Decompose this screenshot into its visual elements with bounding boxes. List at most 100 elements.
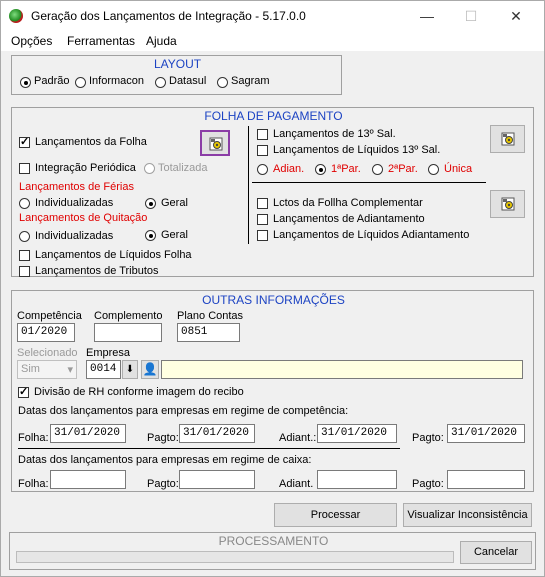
layout-title: LAYOUT xyxy=(153,57,202,71)
decimo-config-button[interactable] xyxy=(490,125,525,153)
label-comp-adiant: Adiant.: xyxy=(279,432,317,444)
radio-sagram[interactable] xyxy=(217,77,228,88)
folha-title: FOLHA DE PAGAMENTO xyxy=(204,109,343,123)
radio-ferias-individualizadas[interactable] xyxy=(19,198,30,209)
person-search-icon: 👤 xyxy=(142,362,158,376)
chevron-down-icon: ▾ xyxy=(67,364,73,376)
caixa-pagto-input[interactable] xyxy=(179,470,255,489)
chk-divisao-rh[interactable] xyxy=(18,385,29,398)
label-competencia: Competência xyxy=(17,310,82,322)
chk-lanc-13[interactable] xyxy=(257,129,268,140)
outras-title: OUTRAS INFORMAÇÕES xyxy=(202,293,345,307)
radio-datasul[interactable] xyxy=(155,77,166,88)
label-caixa-folha: Folha: xyxy=(18,478,49,490)
label-comp-folha: Folha: xyxy=(18,432,49,444)
label-liquidos-folha: Lançamentos de Líquidos Folha xyxy=(35,249,192,261)
label-1par: 1ªPar. xyxy=(331,163,361,175)
chk-integracao-periodica[interactable] xyxy=(19,163,30,174)
chk-lanc-folha[interactable] xyxy=(19,135,30,148)
minimize-button[interactable]: — xyxy=(405,3,449,29)
menu-bar: Opções Ferramentas Ajuda xyxy=(1,31,544,51)
cancelar-button[interactable]: Cancelar xyxy=(460,541,532,564)
processar-button[interactable]: Processar xyxy=(274,503,397,527)
radio-2par[interactable] xyxy=(372,164,383,175)
empresa-input[interactable]: 0014 xyxy=(86,360,121,379)
comp-folha-input[interactable]: 31/01/2020 xyxy=(50,424,126,443)
label-divisao-rh: Divisão de RH conforme imagem do recibo xyxy=(34,386,244,398)
label-ferias-individualizadas: Individualizadas xyxy=(35,197,114,209)
folha-divider xyxy=(248,126,249,244)
complementar-config-button[interactable] xyxy=(490,190,525,218)
label-caixa-pagto: Pagto: xyxy=(147,478,179,490)
radio-quit-individualizadas[interactable] xyxy=(19,231,30,242)
selecionado-value: Sim xyxy=(21,363,40,375)
layout-group: LAYOUT Padrão Informacon Datasul Sagram xyxy=(11,55,342,95)
label-comp-pagto2: Pagto: xyxy=(412,432,444,444)
label-totalizada: Totalizada xyxy=(158,162,208,174)
visualizar-inconsistencia-button[interactable]: Visualizar Inconsistência xyxy=(403,503,532,527)
radio-ferias-geral[interactable] xyxy=(145,198,156,209)
label-quit-individualizadas: Individualizadas xyxy=(35,230,114,242)
caixa-pagto2-input[interactable] xyxy=(447,470,525,489)
label-plano-contas: Plano Contas xyxy=(177,310,244,322)
chk-lctos-complementar[interactable] xyxy=(257,198,268,209)
radio-informacon[interactable] xyxy=(75,77,86,88)
label-2par: 2ªPar. xyxy=(388,163,418,175)
gear-icon xyxy=(501,132,515,146)
comp-pagto2-input[interactable]: 31/01/2020 xyxy=(447,424,525,443)
chk-lanc-adiantamento[interactable] xyxy=(257,214,268,225)
main-window: Geração dos Lançamentos de Integração - … xyxy=(0,0,545,577)
label-selecionado: Selecionado xyxy=(17,347,78,359)
empresa-search-button[interactable]: 👤 xyxy=(141,360,159,379)
menu-ferramentas[interactable]: Ferramentas xyxy=(67,34,135,48)
radio-quit-geral[interactable] xyxy=(145,230,156,241)
comp-pagto-input[interactable]: 31/01/2020 xyxy=(179,424,255,443)
chk-liquidos-folha[interactable] xyxy=(19,250,30,261)
app-icon xyxy=(9,9,23,23)
processamento-group: PROCESSAMENTO Cancelar xyxy=(9,532,536,570)
quitacao-title: Lançamentos de Quitação xyxy=(19,212,148,224)
label-lctos-complementar: Lctos da Follha Complementar xyxy=(273,197,423,209)
radio-totalizada[interactable] xyxy=(144,163,155,174)
label-tributos: Lançamentos de Tributos xyxy=(35,265,159,277)
label-adian: Adian. xyxy=(273,163,305,175)
label-padrao: Padrão xyxy=(34,75,70,87)
competencia-input[interactable]: 01/2020 xyxy=(17,323,75,342)
folha-group: FOLHA DE PAGAMENTO Lançamentos da Folha … xyxy=(11,107,534,277)
menu-ajuda[interactable]: Ajuda xyxy=(146,34,177,48)
maximize-button[interactable]: ☐ xyxy=(449,3,493,29)
chk-liquidos-13[interactable] xyxy=(257,145,268,156)
close-button[interactable]: ✕ xyxy=(494,3,538,29)
caixa-adiant-input[interactable] xyxy=(317,470,397,489)
label-datas-competencia: Datas dos lançamentos para empresas em r… xyxy=(18,405,349,417)
processamento-title: PROCESSAMENTO xyxy=(218,534,329,548)
label-datasul: Datasul xyxy=(169,75,207,87)
label-lanc-folha: Lançamentos da Folha xyxy=(35,136,147,148)
empresa-download-button[interactable]: ⬇ xyxy=(122,360,138,379)
caixa-folha-input[interactable] xyxy=(50,470,126,489)
chk-liquidos-adiantamento[interactable] xyxy=(257,230,268,241)
chk-tributos[interactable] xyxy=(19,266,30,277)
empresa-name-field[interactable] xyxy=(161,360,523,379)
label-liquidos-13: Lançamentos de Líquidos 13º Sal. xyxy=(273,144,441,156)
radio-unica[interactable] xyxy=(428,164,439,175)
label-sagram: Sagram xyxy=(231,75,270,87)
label-lanc-13: Lançamentos de 13º Sal. xyxy=(273,128,396,140)
gear-icon xyxy=(501,197,515,211)
label-caixa-pagto2: Pagto: xyxy=(412,478,444,490)
folha-config-button[interactable] xyxy=(200,130,230,156)
menu-opcoes[interactable]: Opções xyxy=(11,34,52,48)
radio-1par[interactable] xyxy=(315,164,326,175)
complemento-input[interactable] xyxy=(94,323,162,342)
plano-contas-input[interactable]: 0851 xyxy=(177,323,240,342)
label-unica: Única xyxy=(444,163,473,175)
title-bar: Geração dos Lançamentos de Integração - … xyxy=(1,1,544,31)
radio-padrao[interactable] xyxy=(20,77,31,88)
label-comp-pagto: Pagto: xyxy=(147,432,179,444)
comp-adiant-input[interactable]: 31/01/2020 xyxy=(317,424,397,443)
datas-divider xyxy=(18,448,400,449)
window-title: Geração dos Lançamentos de Integração - … xyxy=(31,9,306,23)
radio-adian[interactable] xyxy=(257,164,268,175)
label-quit-geral: Geral xyxy=(161,229,188,241)
selecionado-select[interactable]: Sim ▾ xyxy=(17,360,77,379)
